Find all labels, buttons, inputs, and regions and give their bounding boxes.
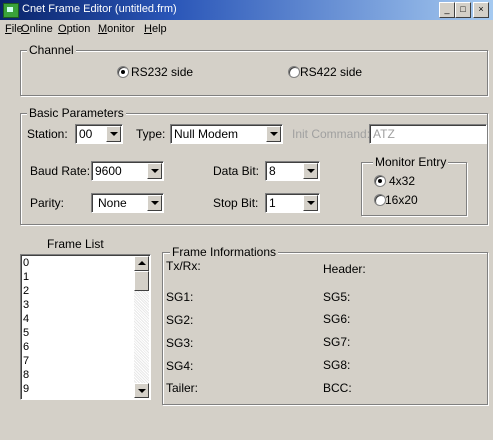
stop-bit-select[interactable]: 1 (265, 193, 320, 213)
monitor-16x20-label[interactable]: 16x20 (385, 193, 418, 207)
chevron-down-icon[interactable] (147, 195, 162, 211)
rs422-label[interactable]: RS422 side (300, 65, 362, 79)
window-title: Cnet Frame Editor (untitled.frm) (22, 3, 177, 15)
data-bit-select[interactable]: 8 (265, 161, 320, 181)
list-item[interactable]: 9 (23, 384, 29, 395)
baud-rate-select[interactable]: 9600 (91, 161, 164, 181)
menu-bar: File Online Option Monitor Help (0, 20, 493, 39)
data-bit-label: Data Bit: (213, 164, 260, 178)
txrx-label: Tx/Rx: (166, 259, 201, 273)
scroll-up-icon[interactable] (134, 256, 149, 271)
list-item[interactable]: 8 (23, 370, 29, 381)
list-item[interactable]: 1 (23, 272, 29, 283)
monitor-4x32-label[interactable]: 4x32 (389, 174, 415, 188)
rs232-label[interactable]: RS232 side (131, 65, 193, 79)
chevron-down-icon[interactable] (147, 163, 162, 179)
frame-list[interactable]: 0 1 2 3 4 5 6 7 8 9 (20, 254, 151, 400)
menu-help[interactable]: Help (144, 23, 167, 35)
chevron-down-icon[interactable] (266, 126, 281, 142)
stop-bit-label: Stop Bit: (213, 196, 259, 210)
rs232-radio[interactable] (117, 66, 129, 78)
menu-online[interactable]: Online (21, 23, 53, 35)
chevron-down-icon[interactable] (303, 195, 318, 211)
channel-group (20, 50, 488, 96)
scroll-down-icon[interactable] (134, 383, 149, 398)
type-select[interactable]: Null Modem (170, 124, 283, 144)
list-item[interactable]: 4 (23, 314, 29, 325)
close-button[interactable]: × (473, 2, 489, 18)
frame-list-label: Frame List (47, 237, 104, 251)
minimize-button[interactable]: _ (439, 2, 455, 18)
tailer-label: Tailer: (166, 381, 199, 395)
list-item[interactable]: 3 (23, 300, 29, 311)
list-item[interactable]: 6 (23, 342, 29, 353)
frame-list-scrollbar[interactable] (134, 256, 149, 398)
list-item[interactable]: 2 (23, 286, 29, 297)
chevron-down-icon[interactable] (303, 163, 318, 179)
sg5-label: SG5: (323, 290, 351, 304)
baud-rate-label: Baud Rate: (30, 164, 91, 178)
scroll-thumb[interactable] (134, 271, 149, 291)
list-item[interactable]: 7 (23, 356, 29, 367)
sg8-label: SG8: (323, 358, 351, 372)
bcc-label: BCC: (323, 381, 352, 395)
init-command-value: ATZ (373, 127, 395, 141)
chevron-down-icon[interactable] (106, 126, 121, 142)
init-command-input[interactable]: ATZ (369, 124, 487, 144)
station-label: Station: (27, 127, 68, 141)
parity-value: None (98, 196, 127, 210)
type-value: Null Modem (174, 127, 239, 141)
parity-select[interactable]: None (91, 193, 164, 213)
menu-option[interactable]: Option (58, 23, 90, 35)
sg7-label: SG7: (323, 335, 351, 349)
sg6-label: SG6: (323, 312, 351, 326)
channel-legend: Channel (27, 43, 76, 57)
basic-parameters-legend: Basic Parameters (27, 106, 126, 120)
stop-bit-value: 1 (269, 196, 276, 210)
sg3-label: SG3: (166, 336, 194, 350)
monitor-entry-group (361, 162, 467, 216)
list-item[interactable]: 5 (23, 328, 29, 339)
station-value: 00 (79, 127, 93, 141)
sg4-label: SG4: (166, 359, 194, 373)
list-item[interactable]: 0 (23, 258, 29, 269)
app-icon (3, 3, 19, 18)
type-label: Type: (136, 127, 166, 141)
menu-monitor[interactable]: Monitor (98, 23, 135, 35)
parity-label: Parity: (30, 196, 65, 210)
init-command-label: Init Command: (292, 127, 371, 141)
data-bit-value: 8 (269, 164, 276, 178)
rs422-radio[interactable] (288, 66, 300, 78)
title-bar: Cnet Frame Editor (untitled.frm) _ □ × (0, 0, 493, 20)
station-select[interactable]: 00 (75, 124, 123, 144)
baud-rate-value: 9600 (95, 164, 122, 178)
monitor-4x32-radio[interactable] (374, 175, 386, 187)
header-label: Header: (323, 262, 366, 276)
monitor-entry-legend: Monitor Entry (373, 155, 449, 169)
frame-informations-legend: Frame Informations (170, 245, 279, 259)
sg1-label: SG1: (166, 290, 194, 304)
maximize-button[interactable]: □ (455, 2, 471, 18)
sg2-label: SG2: (166, 313, 194, 327)
